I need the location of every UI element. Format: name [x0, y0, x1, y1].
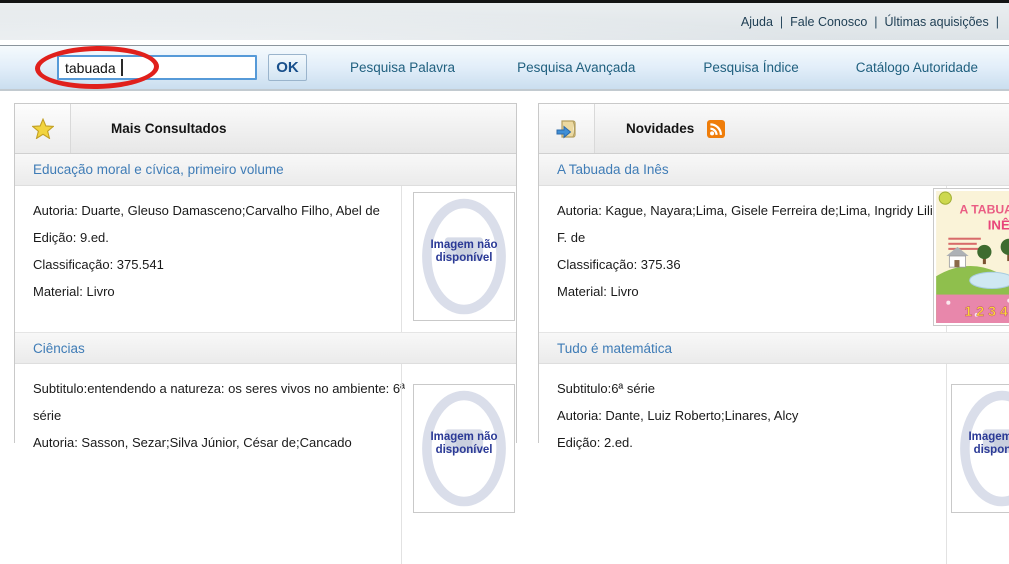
item-title-link[interactable]: A Tabuada da Inês	[539, 154, 1009, 186]
item-title-link[interactable]: Educação moral e cívica, primeiro volume	[15, 154, 516, 186]
search-ok-button[interactable]: OK	[268, 54, 307, 81]
item-line: Autoria: Sasson, Sezar;Silva Júnior, Cés…	[33, 429, 405, 456]
book-image-placeholder[interactable]: Imagem não disponível	[413, 192, 515, 321]
panel-title: Novidades	[626, 121, 694, 136]
book-image-placeholder[interactable]: Imagem não disponível	[951, 384, 1009, 513]
new-arrivals-icon	[539, 104, 595, 153]
star-icon	[15, 104, 71, 153]
item-title-link[interactable]: Tudo é matemática	[539, 332, 1009, 364]
item-line: Autoria: Kague, Nayara;Lima, Gisele Ferr…	[557, 197, 957, 251]
column-divider	[401, 364, 402, 564]
item-line: Edição: 2.ed.	[557, 429, 957, 456]
separator: |	[874, 15, 877, 29]
book-cover-tabuada-ines[interactable]: A TABUADA INÊS	[933, 188, 1009, 326]
nav-pesquisa-avancada[interactable]: Pesquisa Avançada	[517, 60, 635, 75]
image-unavailable-label: Imagem não disponível	[414, 431, 514, 457]
nav-pesquisa-indice[interactable]: Pesquisa Índice	[703, 60, 798, 75]
column-divider	[401, 186, 402, 332]
link-ajuda[interactable]: Ajuda	[741, 15, 773, 29]
link-ultimas-aquisicoes[interactable]: Últimas aquisições	[885, 15, 989, 29]
rss-icon[interactable]	[707, 120, 725, 138]
item-line: Classificação: 375.36	[557, 251, 957, 278]
panel-title: Mais Consultados	[111, 121, 227, 136]
separator: |	[780, 15, 783, 29]
panel-header: Mais Consultados	[15, 104, 516, 154]
svg-text:1 2 3 4 5: 1 2 3 4 5	[964, 304, 1009, 320]
item-body: Subtitulo:6ª série Autoria: Dante, Luiz …	[539, 364, 1009, 564]
nav-catalogo-autoridade[interactable]: Catálogo Autoridade	[856, 60, 978, 75]
search-field-wrap	[57, 55, 257, 80]
nav-pesquisa-palavra[interactable]: Pesquisa Palavra	[350, 60, 455, 75]
item-line: Subtitulo:6ª série	[557, 375, 957, 402]
separator: |	[996, 15, 999, 29]
item-line: Autoria: Dante, Luiz Roberto;Linares, Al…	[557, 402, 957, 429]
svg-text:A TABUADA: A TABUADA	[960, 202, 1009, 216]
item-line: Classificação: 375.541	[33, 251, 405, 278]
book-image-placeholder[interactable]: Imagem não disponível	[413, 384, 515, 513]
image-unavailable-label: Imagem não disponível	[414, 239, 514, 265]
link-fale-conosco[interactable]: Fale Conosco	[790, 15, 867, 29]
image-unavailable-label: Imagem não disponível	[952, 431, 1009, 457]
item-body: Autoria: Duarte, Gleuso Damasceno;Carval…	[15, 186, 516, 332]
item-line: Edição: 9.ed.	[33, 224, 405, 251]
text-caret	[121, 59, 123, 76]
item-title-link[interactable]: Ciências	[15, 332, 516, 364]
column-divider	[946, 364, 947, 564]
item-line: Autoria: Duarte, Gleuso Damasceno;Carval…	[33, 197, 405, 224]
item-line: Subtitulo:entendendo a natureza: os sere…	[33, 375, 405, 429]
item-body: Subtitulo:entendendo a natureza: os sere…	[15, 364, 516, 564]
svg-text:INÊS: INÊS	[988, 218, 1009, 233]
panel-novidades: Novidades A Tabuada da Inês Autoria: Kag…	[538, 103, 1009, 443]
search-navbar: OK Pesquisa Palavra Pesquisa Avançada Pe…	[0, 45, 1009, 91]
item-body: Autoria: Kague, Nayara;Lima, Gisele Ferr…	[539, 186, 1009, 332]
top-utility-bar: Ajuda | Fale Conosco | Últimas aquisiçõe…	[0, 3, 1009, 40]
panel-mais-consultados: Mais Consultados Educação moral e cívica…	[14, 103, 517, 443]
item-line: Material: Livro	[33, 278, 405, 305]
search-input[interactable]	[57, 55, 257, 80]
item-line: Material: Livro	[557, 278, 957, 305]
panel-header: Novidades	[539, 104, 1009, 154]
